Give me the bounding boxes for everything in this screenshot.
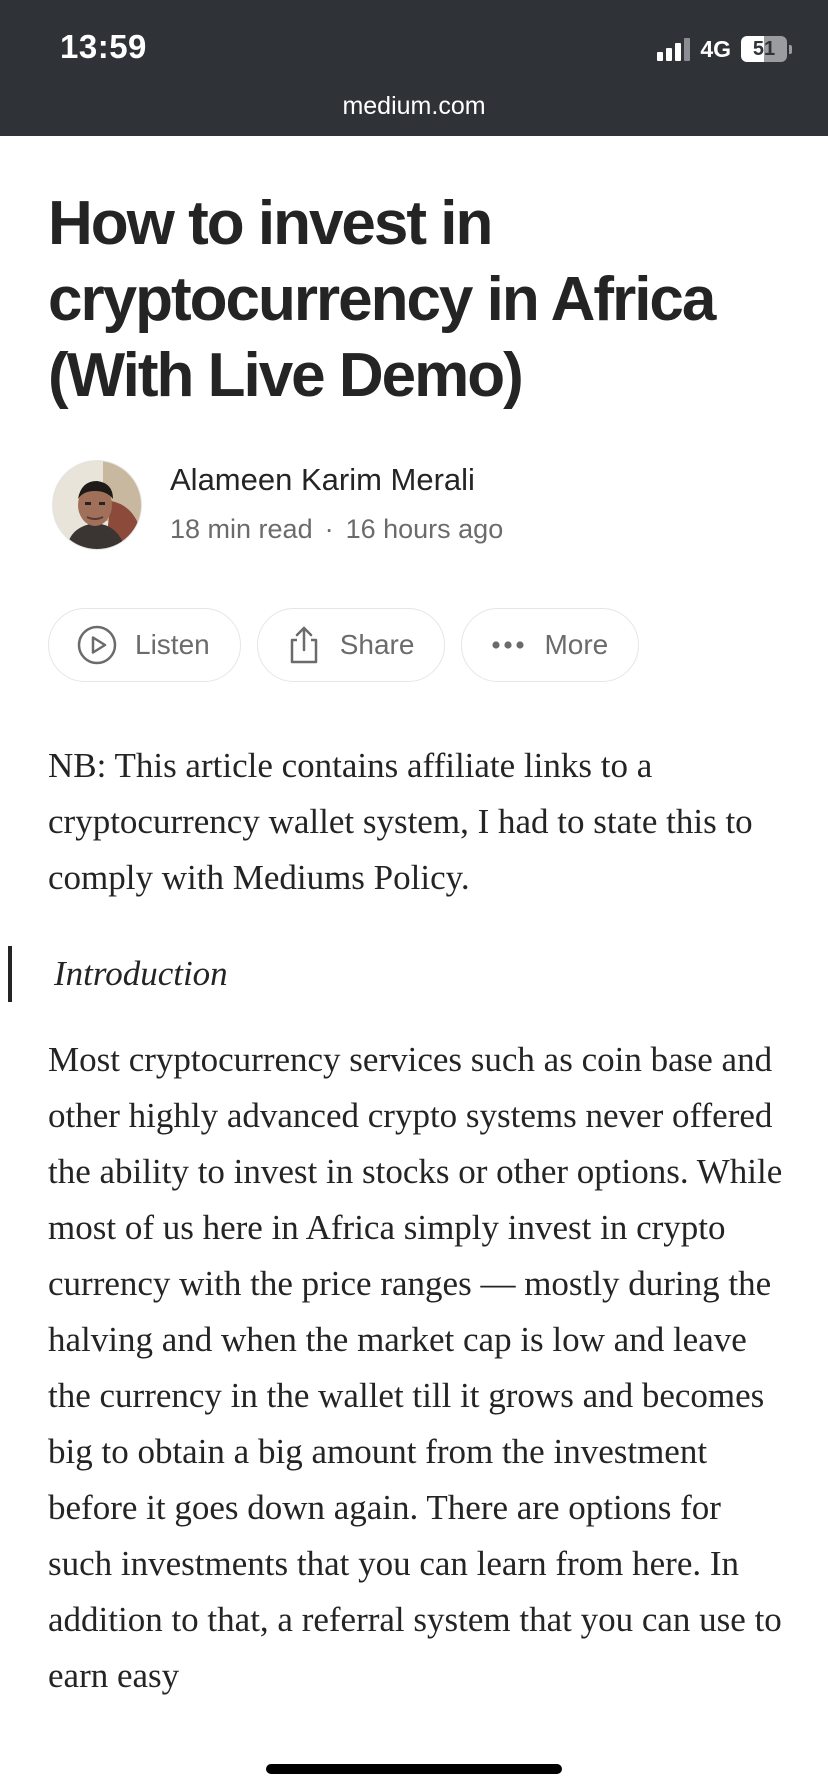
address-bar-url[interactable]: medium.com xyxy=(0,92,828,121)
read-time: 18 min read xyxy=(170,514,313,544)
author-name[interactable]: Alameen Karim Merali xyxy=(170,460,503,500)
author-byline: Alameen Karim Merali 18 min read · 16 hour… xyxy=(52,460,503,550)
author-meta: Alameen Karim Merali 18 min read · 16 hour… xyxy=(170,460,503,546)
battery-icon: 51 xyxy=(741,36,792,62)
listen-label: Listen xyxy=(135,629,210,660)
network-type-label: 4G xyxy=(700,35,731,62)
share-label: Share xyxy=(339,629,415,660)
status-bar: 13:59 4G 51 medium.com xyxy=(0,0,828,136)
share-icon xyxy=(290,626,317,664)
status-indicators: 4G 51 xyxy=(657,34,792,64)
home-indicator[interactable] xyxy=(266,1764,562,1774)
article-actions: Listen Share More xyxy=(48,608,640,682)
avatar-photo-icon xyxy=(53,461,141,549)
article-meta: 18 min read · 16 hours ago xyxy=(170,512,503,546)
intro-heading: Introduction xyxy=(54,954,228,993)
listen-button[interactable]: Listen xyxy=(48,608,241,682)
signal-strength-icon xyxy=(657,37,691,61)
intro-paragraph: Most cryptocurrency services such as coi… xyxy=(48,1040,783,1695)
blockquote-bar xyxy=(8,946,12,1002)
share-button[interactable]: Share xyxy=(256,608,446,682)
status-time: 13:59 xyxy=(60,28,147,65)
meta-separator: · xyxy=(324,514,334,544)
more-button[interactable]: More xyxy=(461,608,640,682)
more-dots-icon xyxy=(492,641,525,649)
battery-level: 51 xyxy=(752,38,776,60)
more-label: More xyxy=(544,629,609,660)
published-time: 16 hours ago xyxy=(345,514,504,544)
article-title: How to invest in cryptocurrency in Afric… xyxy=(48,189,716,410)
play-circle-icon xyxy=(77,625,117,665)
author-avatar[interactable] xyxy=(52,460,142,550)
affiliate-disclaimer: NB: This article contains affiliate link… xyxy=(48,746,753,897)
